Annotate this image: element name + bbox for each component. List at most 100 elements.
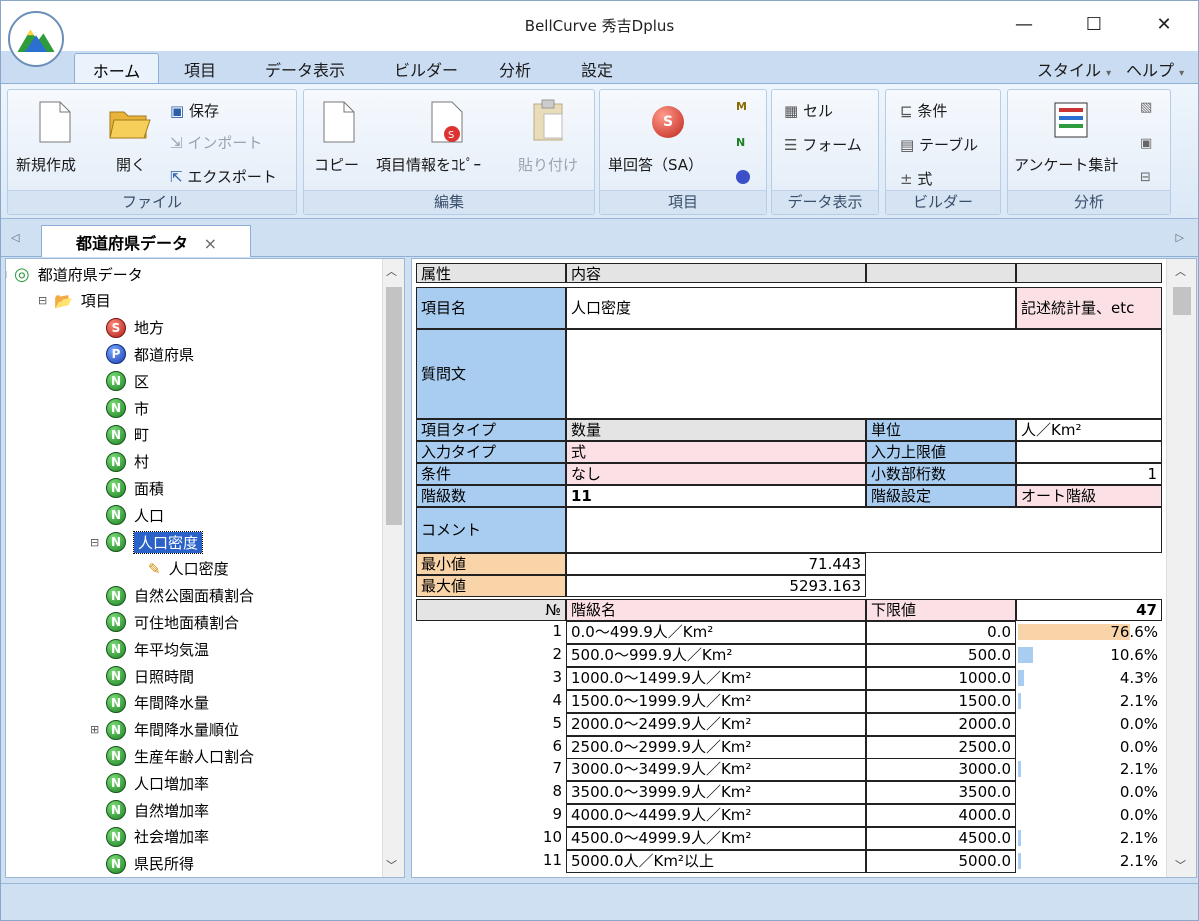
tree-node[interactable]: N市 (106, 395, 149, 421)
formula-button[interactable]: ± 式 (900, 168, 932, 189)
tree-node[interactable]: ⊞ N 年間降水量順位 (90, 717, 239, 743)
multi-answer-icon[interactable]: M (736, 100, 747, 113)
property-value[interactable]: 式 (566, 441, 866, 463)
class-lower-bound[interactable]: 2500.0 (866, 735, 1016, 759)
cell-button[interactable]: ▦ セル (784, 100, 833, 121)
property-value[interactable]: 数量 (566, 419, 866, 441)
copy-button[interactable]: コピー (314, 154, 359, 175)
class-name[interactable]: 2500.0～2999.9人／Km² (566, 735, 866, 759)
tab-builder[interactable]: ビルダー (394, 57, 458, 81)
save-button[interactable]: ▣ 保存 (170, 100, 219, 121)
property-value[interactable]: 11 (566, 485, 866, 507)
class-lower-bound[interactable]: 3000.0 (866, 758, 1016, 782)
expand-icon[interactable]: ⊞ (90, 723, 102, 736)
scroll-up-icon[interactable]: ︿ (1175, 263, 1186, 279)
tree-scrollbar[interactable]: ︿ ﹀ (382, 259, 404, 877)
property-value[interactable]: 人／Km² (1016, 419, 1162, 441)
scroll-left-icon[interactable]: ◁ (11, 231, 19, 244)
tree-node[interactable]: N 県民所得 (106, 851, 194, 877)
tab-items[interactable]: 項目 (184, 57, 216, 81)
item-name-value[interactable]: 人口密度 (566, 287, 1016, 329)
export-button[interactable]: ⇱ エクスポート (170, 166, 277, 187)
class-lower-bound[interactable]: 4500.0 (866, 827, 1016, 851)
scroll-right-icon[interactable]: ▷ (1176, 231, 1184, 244)
tree-node[interactable]: P 都道府県 (106, 341, 194, 367)
class-name[interactable]: 5000.0人／Km²以上 (566, 850, 866, 873)
class-name[interactable]: 3500.0～3999.9人／Km² (566, 781, 866, 805)
open-button[interactable]: 開く (116, 154, 146, 175)
tab-analysis[interactable]: 分析 (499, 57, 531, 81)
tree-node[interactable]: N区 (106, 368, 149, 394)
class-name[interactable]: 1500.0～1999.9人／Km² (566, 689, 866, 713)
class-name[interactable]: 4000.0～4499.9人／Km² (566, 804, 866, 828)
tab-home[interactable]: ホーム (74, 53, 159, 83)
tab-settings[interactable]: 設定 (581, 57, 613, 81)
scroll-thumb[interactable] (1173, 287, 1191, 315)
output-icon[interactable]: ⊟ (1140, 170, 1151, 185)
scroll-down-icon[interactable]: ﹀ (386, 857, 397, 873)
property-value[interactable]: なし (566, 463, 866, 485)
class-name[interactable]: 2000.0～2499.9人／Km² (566, 712, 866, 736)
tree-node[interactable]: ⊟ N 人口密度 (90, 529, 204, 555)
tree-node[interactable]: N 自然公園面積割合 (106, 583, 254, 609)
tree-node[interactable]: N 人口 (106, 502, 164, 528)
collapse-icon[interactable]: ⊟ (6, 268, 10, 281)
descriptive-stats-button[interactable]: 記述統計量、etc (1016, 287, 1162, 329)
tab-data-display[interactable]: データ表示 (265, 57, 345, 81)
tree-node[interactable]: ⊟ ◎ 都道府県データ (6, 261, 143, 287)
tree-node[interactable]: N 日照時間 (106, 663, 194, 689)
class-name[interactable]: 3000.0～3499.9人／Km² (566, 758, 866, 782)
property-value[interactable] (1016, 441, 1162, 463)
tree-node[interactable]: ✎ 人口密度 (148, 556, 229, 582)
document-tab[interactable]: 都道府県データ × (41, 225, 251, 257)
new-button[interactable]: 新規作成 (16, 154, 76, 175)
minimize-button[interactable]: — (1001, 1, 1047, 47)
tree-node[interactable]: N 面積 (106, 475, 164, 501)
property-value[interactable]: 1 (1016, 463, 1162, 485)
import-button[interactable]: ⇲ インポート (170, 132, 262, 153)
chart-icon[interactable]: ▧ (1140, 100, 1152, 115)
numeric-item-icon[interactable]: N (736, 136, 745, 149)
tree-node[interactable]: N 生産年齢人口割合 (106, 743, 254, 769)
tree-node[interactable]: N 年間降水量 (106, 690, 209, 716)
tree-node[interactable]: N町 (106, 422, 149, 448)
class-lower-bound[interactable]: 500.0 (866, 643, 1016, 667)
collapse-icon[interactable]: ⊟ (38, 294, 50, 307)
class-lower-bound[interactable]: 0.0 (866, 621, 1016, 644)
tree-node[interactable]: ⊟ 📂 項目 (38, 288, 111, 314)
copy-item-info-button[interactable]: 項目情報をｺﾋﾟｰ (376, 154, 481, 175)
app-logo-icon[interactable] (8, 11, 64, 67)
question-value[interactable] (566, 329, 1162, 419)
help-menu[interactable]: ヘルプ ▾ (1126, 57, 1184, 81)
grid-scrollbar[interactable]: ︿ ﹀ (1166, 259, 1196, 877)
tree-node[interactable]: N 年平均気温 (106, 636, 209, 662)
class-name[interactable]: 500.0～999.9人／Km² (566, 643, 866, 667)
comment-value[interactable] (566, 507, 1162, 553)
tree-node[interactable]: N 人口増加率 (106, 770, 209, 796)
report-icon[interactable]: ▣ (1140, 136, 1152, 151)
tree-node[interactable]: S 地方 (106, 315, 164, 341)
scroll-thumb[interactable] (386, 287, 402, 525)
class-lower-bound[interactable]: 4000.0 (866, 804, 1016, 828)
single-answer-button[interactable]: 単回答（SA） (608, 154, 703, 175)
class-name[interactable]: 4500.0～4999.9人／Km² (566, 827, 866, 851)
tab-close-icon[interactable]: × (204, 234, 217, 253)
free-answer-icon[interactable] (736, 170, 750, 184)
class-lower-bound[interactable]: 2000.0 (866, 712, 1016, 736)
survey-tally-button[interactable]: アンケート集計 (1014, 154, 1118, 175)
form-button[interactable]: ☰ フォーム (784, 134, 862, 155)
collapse-icon[interactable]: ⊟ (90, 536, 102, 549)
class-name[interactable]: 1000.0～1499.9人／Km² (566, 666, 866, 690)
tree-node[interactable]: N村 (106, 449, 149, 475)
scroll-down-icon[interactable]: ﹀ (1175, 857, 1186, 873)
property-value[interactable]: オート階級 (1016, 485, 1162, 507)
style-menu[interactable]: スタイル ▾ (1037, 57, 1111, 81)
class-lower-bound[interactable]: 1000.0 (866, 666, 1016, 690)
close-button[interactable]: ✕ (1141, 1, 1187, 47)
tree-node[interactable]: N 社会増加率 (106, 824, 209, 850)
tree-node[interactable]: N 可住地面積割合 (106, 609, 239, 635)
maximize-button[interactable]: ☐ (1071, 1, 1117, 47)
scroll-up-icon[interactable]: ︿ (386, 263, 397, 279)
class-lower-bound[interactable]: 3500.0 (866, 781, 1016, 805)
tree-node[interactable]: N 自然増加率 (106, 797, 209, 823)
